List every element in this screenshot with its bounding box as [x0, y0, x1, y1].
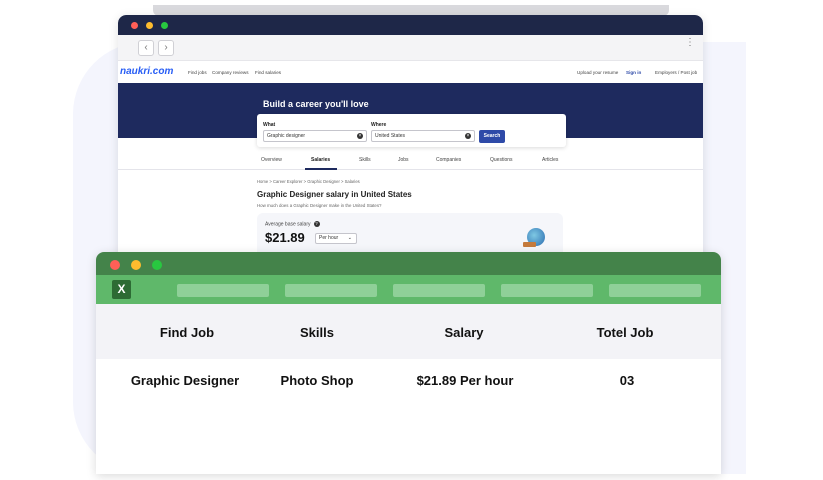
nav-find-jobs[interactable]: Find jobs [188, 70, 207, 75]
toolbar-placeholder[interactable] [177, 284, 269, 297]
salary-amount: $21.89 [265, 230, 305, 245]
screenshot-stage: ‹ › ⋮ naukri.com Find jobs Company revie… [0, 0, 823, 480]
page-tabs: Overview Salaries Skills Jobs Companies … [118, 153, 703, 170]
browser-toolbar: ‹ › ⋮ [118, 35, 703, 61]
excel-app-icon: X [112, 280, 131, 299]
header-total-job[interactable]: Totel Job [545, 325, 705, 340]
what-input-value: Graphic designer [267, 133, 306, 139]
where-input[interactable]: United States × [371, 130, 475, 142]
header-salary[interactable]: Salary [384, 325, 544, 340]
tab-companies[interactable]: Companies [436, 157, 461, 163]
spreadsheet-toolbar: X [96, 275, 721, 304]
tab-articles[interactable]: Articles [542, 157, 558, 163]
browser-titlebar [118, 15, 703, 35]
tab-overview[interactable]: Overview [261, 157, 282, 163]
cell-skills[interactable]: Photo Shop [237, 373, 397, 388]
where-label: Where [371, 122, 387, 128]
what-input[interactable]: Graphic designer × [263, 130, 367, 142]
search-card: What Graphic designer × Where United Sta… [257, 114, 566, 147]
close-dot-icon[interactable] [131, 22, 138, 29]
toolbar-placeholder[interactable] [285, 284, 377, 297]
naukri-logo[interactable]: naukri.com [120, 66, 173, 77]
spreadsheet-window: X Find Job Skills Salary Totel Job Graph… [96, 252, 721, 474]
header-skills[interactable]: Skills [237, 325, 397, 340]
help-icon[interactable]: ? [313, 221, 320, 227]
spreadsheet-titlebar [96, 252, 721, 275]
salary-label: Average base salary [265, 221, 311, 228]
tab-questions[interactable]: Questions [490, 157, 513, 163]
toolbar-placeholder[interactable] [609, 284, 701, 297]
page-title: Graphic Designer salary in United States [257, 190, 412, 199]
salary-period-value: Per hour [319, 235, 339, 241]
kebab-menu-icon[interactable]: ⋮ [685, 38, 695, 58]
minimize-dot-icon[interactable] [146, 22, 153, 29]
maximize-dot-icon[interactable] [161, 22, 168, 29]
tab-jobs[interactable]: Jobs [398, 157, 409, 163]
forward-arrow-icon[interactable]: › [158, 40, 174, 56]
nav-employers[interactable]: Employers / Post job [655, 70, 697, 75]
breadcrumb[interactable]: Home > Career Explorer > Graphic Designe… [257, 179, 360, 184]
page-subtitle: How much does a Graphic Designer make in… [257, 203, 382, 208]
clear-what-icon[interactable]: × [357, 133, 363, 139]
maximize-dot-icon[interactable] [152, 260, 162, 270]
cell-salary[interactable]: $21.89 Per hour [385, 373, 545, 388]
book-illustration-icon [523, 242, 536, 247]
tab-skills[interactable]: Skills [359, 157, 371, 163]
where-input-value: United States [375, 133, 406, 139]
nav-company-reviews[interactable]: Company reviews [212, 70, 249, 75]
what-label: What [263, 122, 276, 128]
search-button[interactable]: Search [479, 130, 505, 143]
salary-label-group: Average base salary? [265, 221, 320, 227]
table-row: Graphic Designer Photo Shop $21.89 Per h… [96, 359, 721, 474]
table-header-row: Find Job Skills Salary Totel Job [96, 304, 721, 359]
nav-sign-in[interactable]: Sign in [626, 70, 641, 75]
nav-find-salaries[interactable]: Find salaries [255, 70, 281, 75]
cell-total-job[interactable]: 03 [547, 373, 707, 388]
tab-salaries[interactable]: Salaries [311, 157, 330, 163]
toolbar-placeholder[interactable] [501, 284, 593, 297]
toolbar-placeholder[interactable] [393, 284, 485, 297]
site-header: naukri.com Find jobs Company reviews Fin… [118, 61, 703, 84]
browser-window: ‹ › ⋮ naukri.com Find jobs Company revie… [118, 15, 703, 260]
clear-where-icon[interactable]: × [465, 133, 471, 139]
back-arrow-icon[interactable]: ‹ [138, 40, 154, 56]
nav-upload-resume[interactable]: Upload your resume [577, 70, 618, 75]
active-tab-indicator [305, 168, 337, 170]
salary-period-select[interactable]: Per hour ⌄ [315, 233, 357, 244]
hero-title: Build a career you'll love [263, 99, 369, 109]
close-dot-icon[interactable] [110, 260, 120, 270]
minimize-dot-icon[interactable] [131, 260, 141, 270]
chevron-down-icon: ⌄ [347, 235, 352, 241]
